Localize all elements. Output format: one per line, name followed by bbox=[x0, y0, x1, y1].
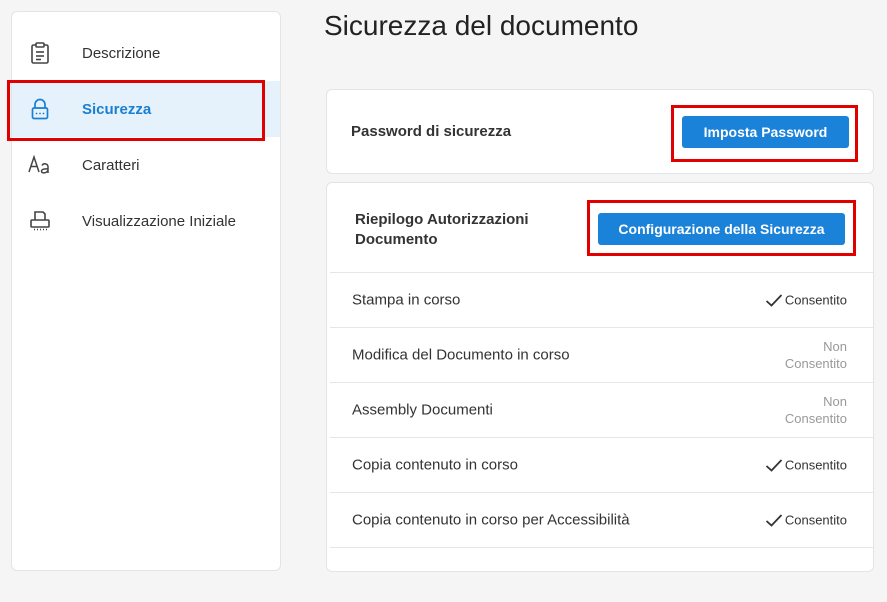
permission-status: Consentito bbox=[765, 293, 847, 308]
page-title: Sicurezza del documento bbox=[324, 10, 639, 41]
permission-label: Copia contenuto in corso per Accessibili… bbox=[352, 511, 630, 529]
set-password-button[interactable]: Imposta Password bbox=[682, 116, 849, 148]
sidebar-item-sicurezza[interactable]: Sicurezza bbox=[12, 81, 280, 137]
password-card-title: Password di sicurezza bbox=[351, 123, 512, 140]
permission-status: Non Consentito bbox=[784, 339, 847, 371]
printer-icon bbox=[28, 209, 52, 233]
font-icon bbox=[28, 153, 52, 177]
permission-label: Copia contenuto in corso bbox=[352, 456, 518, 474]
sidebar-item-label: Visualizzazione Iniziale bbox=[82, 212, 236, 230]
sidebar-item-caratteri[interactable]: Caratteri bbox=[12, 137, 280, 193]
permission-row-assembly: Assembly Documenti Non Consentito bbox=[330, 382, 873, 437]
sidebar-item-descrizione[interactable]: Descrizione bbox=[12, 25, 280, 81]
security-config-button[interactable]: Configurazione della Sicurezza bbox=[598, 213, 845, 245]
password-card: Password di sicurezza Imposta Password bbox=[326, 89, 874, 174]
check-icon bbox=[765, 293, 783, 307]
permission-row-copia-accessibilita: Copia contenuto in corso per Accessibili… bbox=[330, 492, 873, 547]
permission-status: Consentito bbox=[765, 458, 847, 473]
permission-row-copia: Copia contenuto in corso Consentito bbox=[330, 437, 873, 492]
sidebar-item-label: Caratteri bbox=[82, 156, 140, 174]
permission-row-stampa: Stampa in corso Consentito bbox=[330, 272, 873, 327]
lock-icon bbox=[28, 97, 52, 121]
permission-status: Consentito bbox=[765, 513, 847, 528]
clipboard-icon bbox=[28, 41, 52, 65]
sidebar-item-label: Descrizione bbox=[82, 44, 161, 62]
permission-label: Stampa in corso bbox=[352, 291, 461, 309]
sidebar-item-label: Sicurezza bbox=[82, 100, 152, 118]
permissions-card: Riepilogo Autorizzazioni Documento Confi… bbox=[326, 182, 874, 572]
permission-label: Assembly Documenti bbox=[352, 401, 493, 419]
permission-status: Non Consentito bbox=[784, 394, 847, 426]
permission-label: Modifica del Documento in corso bbox=[352, 346, 570, 364]
permissions-card-title: Riepilogo Autorizzazioni Documento bbox=[355, 211, 529, 248]
sidebar-item-visualizzazione-iniziale[interactable]: Visualizzazione Iniziale bbox=[12, 193, 280, 249]
permission-row-modifica: Modifica del Documento in corso Non Cons… bbox=[330, 327, 873, 382]
sidebar: Descrizione Sicurezza Caratteri Visualiz… bbox=[11, 11, 281, 571]
check-icon bbox=[765, 458, 783, 472]
permission-row-divider bbox=[330, 547, 873, 602]
check-icon bbox=[765, 513, 783, 527]
